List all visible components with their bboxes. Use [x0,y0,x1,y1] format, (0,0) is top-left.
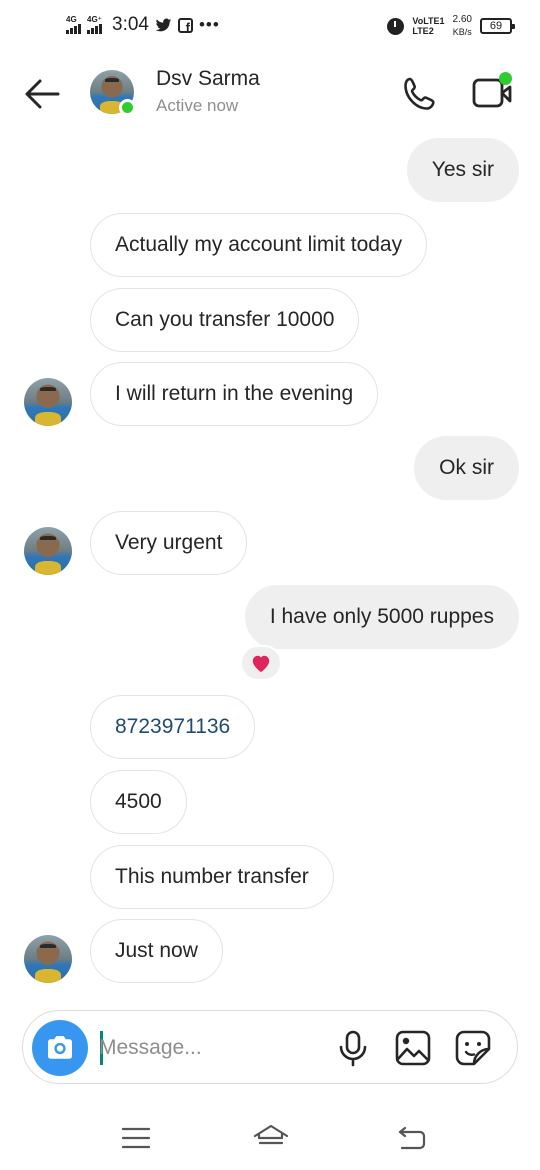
avatar [24,935,72,983]
video-active-dot [499,72,512,85]
volte-indicator: VoLTE1 LTE2 [412,16,444,36]
system-navigation-bar [0,1110,540,1170]
system-back-button[interactable] [396,1124,428,1152]
voice-message-button[interactable] [335,1029,371,1067]
network-label-2: 4G⁺ [87,15,102,24]
phone-number-link[interactable]: 8723971136 [90,695,256,759]
recent-apps-button[interactable] [121,1126,151,1150]
signal-bars-icon [66,24,81,34]
sender-avatar[interactable] [24,935,72,983]
chat-header: Dsv Sarma Active now [0,58,540,132]
incoming-message[interactable]: Actually my account limit today [90,213,428,277]
message-input[interactable] [99,1029,319,1067]
outgoing-message[interactable]: Ok sir [414,436,519,500]
message-reaction[interactable] [240,645,282,681]
sender-avatar[interactable] [24,378,72,426]
battery-icon: 69 [480,18,515,34]
audio-call-button[interactable] [400,74,440,114]
contact-avatar[interactable] [90,70,136,116]
sender-avatar[interactable] [24,527,72,575]
outgoing-message[interactable]: Yes sir [406,138,519,202]
incoming-message[interactable]: This number transfer [90,845,334,909]
signal-sim1: 4G [66,16,81,34]
back-arrow-icon [25,79,60,109]
incoming-message[interactable]: Can you transfer 10000 [90,288,360,352]
status-right: VoLTE1 LTE2 2.60 KB/s 69 [387,14,515,38]
microphone-icon [339,1030,367,1067]
status-left: 4G 4G⁺ 3:04 ••• [66,14,220,36]
sticker-button[interactable] [454,1029,492,1067]
alarm-icon [387,17,405,35]
incoming-message[interactable]: Very urgent [90,511,248,575]
heart-icon [252,655,270,673]
sticker-icon [455,1030,491,1066]
signal-sim2: 4G⁺ [87,16,102,34]
contact-name[interactable]: Dsv Sarma [156,67,260,91]
incoming-message[interactable]: I will return in the evening [90,362,379,426]
avatar [24,378,72,426]
home-button[interactable] [252,1122,290,1152]
volte-label-1: VoLTE1 [412,16,445,26]
incoming-message[interactable]: Just now [90,919,223,983]
camera-icon [48,1036,72,1059]
battery-level: 69 [489,20,503,32]
twitter-icon [155,18,172,31]
volte-label-2: LTE2 [412,26,434,36]
avatar [24,527,72,575]
dm-screen: 4G 4G⁺ 3:04 ••• VoLTE1 LTE2 2.60 KB/s 69 [0,0,540,1170]
gallery-icon [395,1030,431,1066]
nav-menu-icon [121,1127,151,1149]
back-button[interactable] [22,76,62,112]
message-composer [22,1010,518,1084]
network-speed: 2.60 KB/s [453,14,472,38]
status-bar: 4G 4G⁺ 3:04 ••• VoLTE1 LTE2 2.60 KB/s 69 [0,0,540,58]
nav-back-icon [398,1126,426,1150]
clock: 3:04 [112,14,149,35]
video-call-button[interactable] [470,72,514,112]
speed-unit: KB/s [452,27,472,37]
camera-button[interactable] [32,1020,88,1076]
contact-status: Active now [156,96,239,115]
outgoing-message[interactable]: I have only 5000 ruppes [244,585,519,649]
facebook-icon [177,17,193,35]
speed-value: 2.60 [452,14,472,25]
nav-home-icon [253,1124,289,1145]
more-notifications-icon: ••• [198,15,220,34]
online-indicator [119,99,136,116]
gallery-button[interactable] [394,1029,432,1067]
signal-bars-icon [87,24,102,34]
phone-icon [404,77,435,110]
network-label-1: 4G [66,15,77,24]
incoming-message[interactable]: 4500 [90,770,187,834]
